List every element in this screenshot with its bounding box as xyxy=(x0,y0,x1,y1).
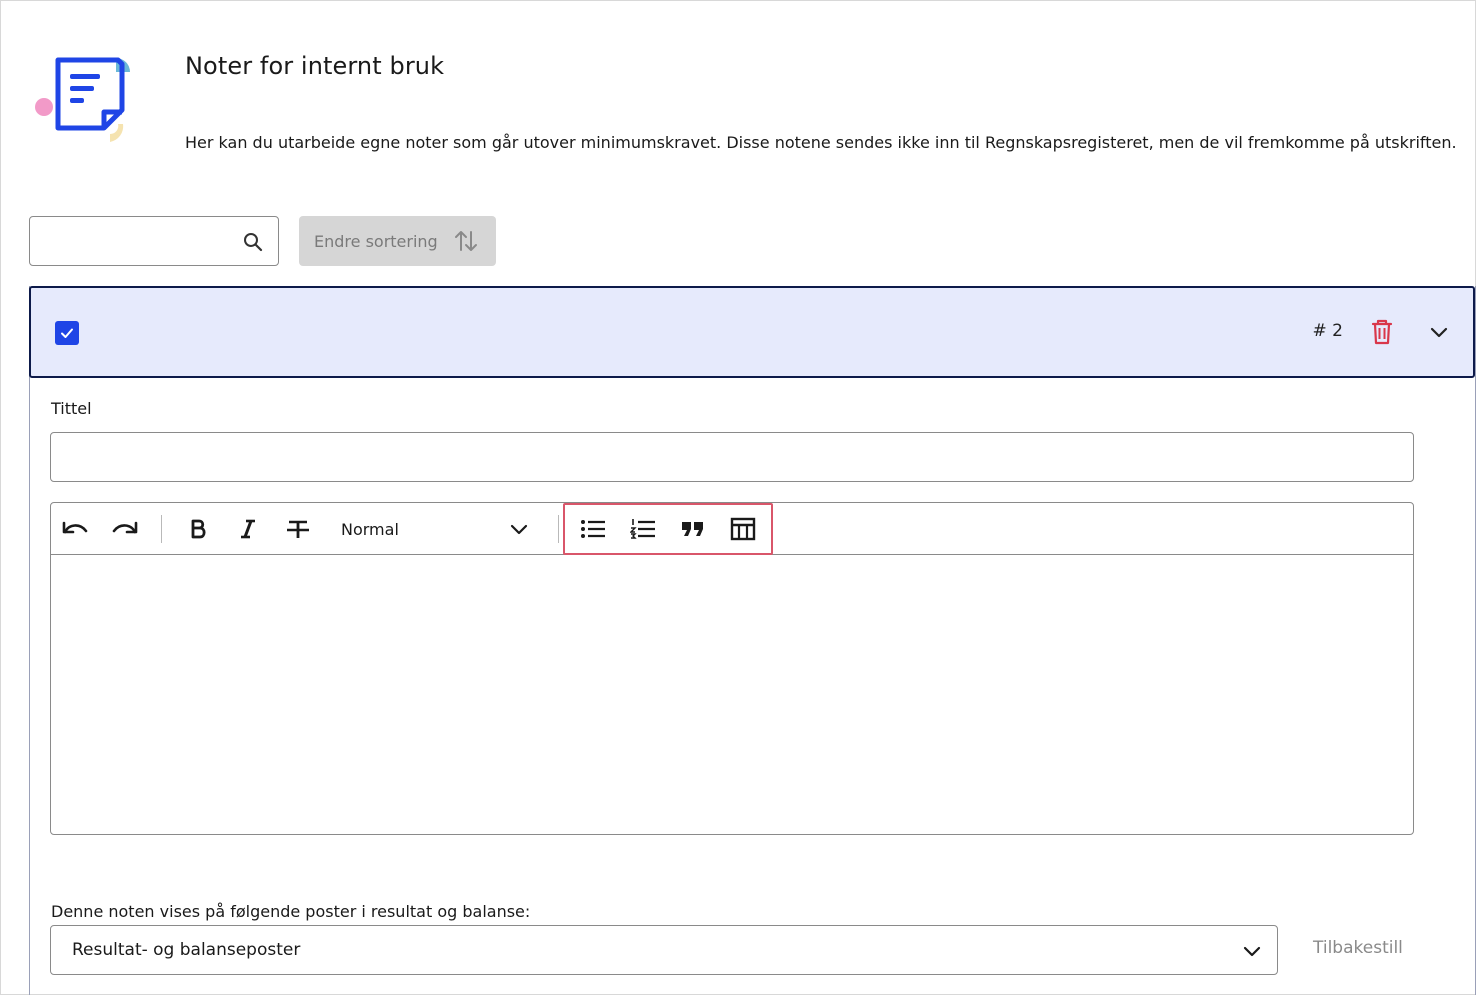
note-select-checkbox[interactable] xyxy=(55,321,79,345)
posts-label: Denne noten vises på følgende poster i r… xyxy=(51,902,531,921)
table-icon[interactable] xyxy=(729,516,757,542)
chevron-down-icon xyxy=(1241,940,1263,962)
chevron-down-icon xyxy=(509,519,529,539)
search-input[interactable] xyxy=(40,227,240,255)
undo-icon[interactable] xyxy=(61,516,89,542)
sort-arrows-icon xyxy=(454,228,478,254)
reset-button[interactable]: Tilbakestill xyxy=(1313,938,1403,958)
toolbar-divider xyxy=(558,515,559,543)
check-icon xyxy=(61,328,73,338)
search-field[interactable] xyxy=(29,216,279,266)
bold-icon[interactable] xyxy=(184,516,212,542)
toolbar-divider xyxy=(161,515,162,543)
italic-icon[interactable] xyxy=(234,516,262,542)
editor-toolbar: Normal xyxy=(51,503,1413,555)
rich-text-editor: Normal xyxy=(50,502,1414,835)
note-document-icon xyxy=(30,50,142,150)
text-format-select[interactable]: Normal xyxy=(341,515,537,543)
blockquote-icon[interactable] xyxy=(679,516,707,542)
posts-select[interactable]: Resultat- og balanseposter xyxy=(50,925,1278,975)
note-header[interactable]: # 2 xyxy=(29,286,1475,378)
numbered-list-icon[interactable] xyxy=(629,516,657,542)
text-format-value: Normal xyxy=(341,519,399,539)
page-description: Her kan du utarbeide egne noter som går … xyxy=(185,133,1457,152)
trash-icon[interactable] xyxy=(1369,318,1395,346)
strikethrough-icon[interactable] xyxy=(284,516,312,542)
bullet-list-icon[interactable] xyxy=(579,516,607,542)
posts-select-value: Resultat- og balanseposter xyxy=(72,940,301,960)
page-title: Noter for internt bruk xyxy=(185,52,445,80)
search-icon[interactable] xyxy=(242,231,264,253)
change-sorting-label: Endre sortering xyxy=(314,231,438,251)
change-sorting-button[interactable]: Endre sortering xyxy=(299,216,496,266)
editor-content-area[interactable] xyxy=(51,555,1413,835)
note-number: # 2 xyxy=(1312,321,1343,341)
title-label: Tittel xyxy=(51,399,92,418)
redo-icon[interactable] xyxy=(111,516,139,542)
chevron-down-icon[interactable] xyxy=(1429,322,1449,342)
title-input[interactable] xyxy=(50,432,1414,482)
